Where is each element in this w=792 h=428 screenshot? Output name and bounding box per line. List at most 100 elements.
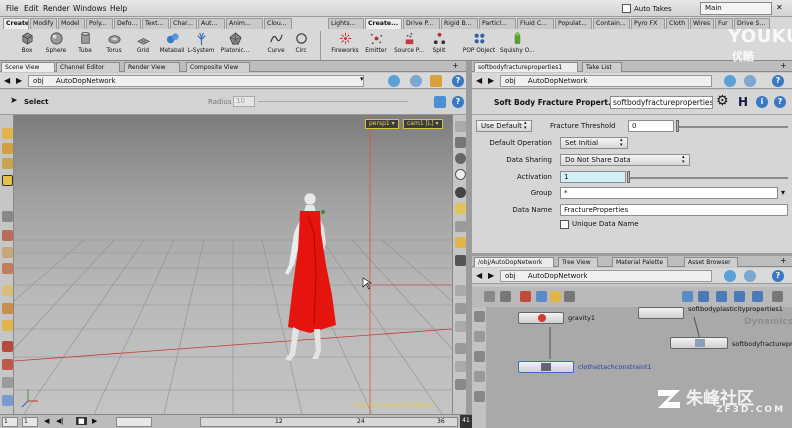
link-icon[interactable]	[410, 75, 422, 87]
menu-render[interactable]: Render	[43, 4, 70, 13]
shelf-tab-containers[interactable]: Contain...	[593, 18, 630, 29]
network-path-root[interactable]: obj	[505, 272, 516, 280]
display-option-icon[interactable]	[454, 121, 466, 132]
radius-slider[interactable]	[258, 101, 408, 102]
tool-grid[interactable]: Grid	[129, 30, 157, 60]
param-path-field[interactable]: obj AutoDopNetwork	[500, 75, 712, 87]
fracture-threshold-slider[interactable]	[678, 126, 788, 128]
node-gravity1[interactable]	[518, 312, 564, 324]
param-forward-arrow-icon[interactable]: ▶	[488, 76, 494, 85]
tab-channel-editor[interactable]: Channel Editor	[56, 62, 120, 72]
group-input[interactable]: *	[560, 187, 778, 199]
shading-icon[interactable]	[454, 137, 466, 148]
data-name-input[interactable]: FractureProperties	[560, 204, 788, 216]
network-pin-icon[interactable]	[724, 270, 736, 282]
tool-metaball[interactable]: Metaball	[158, 30, 186, 60]
add-pane-tab-icon[interactable]: +	[452, 61, 459, 70]
shelf-tab-animation[interactable]: Anim...	[226, 18, 263, 29]
tab-asset-browser[interactable]: Asset Browser	[684, 257, 738, 267]
scene-tool-icon[interactable]	[434, 96, 446, 108]
shelf-tab-particle-fluids[interactable]: Particl...	[479, 18, 516, 29]
node-softbody-fracture-properties1[interactable]	[670, 337, 728, 349]
play-reverse-icon[interactable]: ◀	[44, 417, 49, 425]
forward-arrow-icon[interactable]: ▶	[16, 76, 22, 85]
menu-windows[interactable]: Windows	[73, 4, 106, 13]
camera-menu[interactable]: persp1 ▾	[365, 119, 399, 129]
tool-source-particle[interactable]: Source P...	[392, 30, 426, 60]
shelf-tab-modify[interactable]: Modify	[30, 18, 57, 29]
gear-icon[interactable]: ⚙	[716, 93, 729, 109]
param-link-icon[interactable]	[744, 75, 756, 87]
move-tool-icon[interactable]	[1, 128, 13, 139]
param-back-arrow-icon[interactable]: ◀	[476, 76, 482, 85]
tool-sphere[interactable]: Sphere	[42, 30, 70, 60]
data-sharing-menu[interactable]: Do Not Share Data	[560, 154, 690, 166]
tool-lsystem[interactable]: L-System	[187, 30, 215, 60]
pin-icon[interactable]	[388, 75, 400, 87]
node-softbody-plasticity-properties1[interactable]	[638, 307, 684, 319]
shelf-tab-auto-rig[interactable]: Aut...	[198, 18, 225, 29]
tab-tree-view[interactable]: Tree View	[558, 257, 598, 267]
frame-start-field[interactable]: 1	[2, 417, 18, 427]
tab-softbody-fracture-properties[interactable]: softbodyfractureproperties1	[474, 62, 578, 72]
param-path-root[interactable]: obj	[505, 77, 516, 85]
layer-tool-icon[interactable]	[1, 377, 13, 388]
node-help-icon[interactable]: ?	[774, 96, 786, 108]
rotate-tool-icon[interactable]	[1, 143, 13, 154]
shelf-tab-wires[interactable]: Wires	[690, 18, 714, 29]
3d-viewport[interactable]: persp1 ▾ cam1 [L] ▾ Non-Commercial Editi…	[14, 115, 452, 414]
scene-path-field[interactable]: obj AutoDopNetwork	[28, 75, 364, 87]
select-arrow-icon[interactable]: ➤	[10, 96, 18, 106]
grid-tool-icon[interactable]	[1, 395, 13, 406]
activation-input[interactable]: 1	[560, 171, 626, 183]
current-frame-indicator[interactable]: 41	[460, 415, 472, 428]
points-icon[interactable]	[454, 285, 466, 296]
tool-curve[interactable]: Curve	[262, 30, 290, 60]
tab-scene-view[interactable]: Scene View	[1, 62, 55, 72]
shelf-tab-poly[interactable]: Poly...	[86, 18, 113, 29]
node-name-field[interactable]: softbodyfractureproperties1	[610, 96, 713, 109]
auto-takes-checkbox[interactable]	[622, 4, 631, 13]
vertex-icon[interactable]	[454, 321, 466, 332]
shelf-tab-lights[interactable]: Lights...	[328, 18, 364, 29]
shelf-tab-create-particles[interactable]: Create...	[365, 18, 402, 29]
cam-menu[interactable]: cam1 [L] ▾	[403, 119, 443, 129]
back-arrow-icon[interactable]: ◀	[4, 76, 10, 85]
tool-torus[interactable]: Torus	[100, 30, 128, 60]
add-network-tab-icon[interactable]: +	[780, 256, 787, 265]
shelf-tab-character[interactable]: Char...	[170, 18, 197, 29]
tab-take-list[interactable]: Take List	[582, 62, 622, 72]
frame-field[interactable]: 1	[22, 417, 38, 427]
fracture-threshold-input[interactable]: 0	[628, 120, 674, 132]
tool-circle[interactable]: Circ	[289, 30, 313, 60]
stop-icon[interactable]: ■	[76, 417, 87, 425]
node-cloth-attach-constraint1[interactable]	[518, 361, 574, 373]
network-path-field[interactable]: obj AutoDopNetwork	[500, 270, 712, 282]
ghost-icon[interactable]	[454, 169, 466, 180]
tool-box[interactable]: Box	[13, 30, 41, 60]
network-forward-arrow-icon[interactable]: ▶	[488, 271, 494, 280]
pose-tool-icon[interactable]	[1, 230, 13, 241]
scene-help-icon[interactable]: ?	[452, 96, 464, 108]
snapshot-icon[interactable]	[454, 361, 466, 372]
fracture-threshold-handle[interactable]	[676, 120, 679, 132]
activation-handle[interactable]	[627, 171, 630, 183]
default-operation-menu[interactable]: Set Initial	[560, 137, 628, 149]
fps-field[interactable]	[116, 417, 152, 427]
play-icon[interactable]: ▶	[92, 417, 97, 425]
path-dropdown-icon[interactable]: ▾	[360, 75, 364, 83]
info-icon[interactable]: i	[756, 96, 768, 108]
timeline-scrubber[interactable]: 12 24 36	[200, 417, 458, 427]
group-dropdown-icon[interactable]: ▾	[781, 188, 785, 197]
activation-slider[interactable]	[630, 177, 788, 179]
help-icon[interactable]: ?	[452, 75, 464, 87]
auto-takes-toggle[interactable]: Auto Takes	[622, 2, 672, 15]
shelf-tab-drive-particles[interactable]: Drive P...	[403, 18, 440, 29]
network-link-icon[interactable]	[744, 270, 756, 282]
snap-tool-icon[interactable]	[1, 285, 13, 296]
network-path-node[interactable]: AutoDopNetwork	[528, 272, 588, 280]
menu-file[interactable]: File	[6, 4, 19, 13]
shelf-tab-deform[interactable]: Defo...	[114, 18, 141, 29]
camera-icon[interactable]	[454, 255, 466, 266]
radius-input[interactable]: 10	[233, 96, 255, 107]
